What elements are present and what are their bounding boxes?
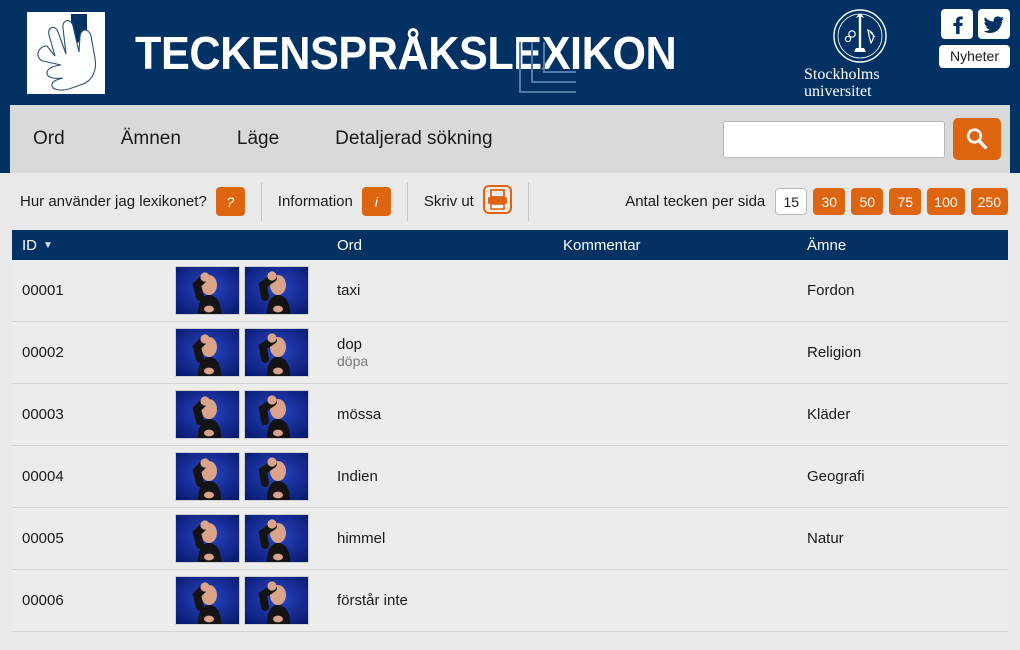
table-row[interactable]: 00002 dop döpa Religion [12, 322, 1008, 384]
table-row[interactable]: 00004 Indien Geografi [12, 446, 1008, 508]
nav-item-list: Ord Ämnen Läge Detaljerad sökning [10, 128, 527, 150]
printer-icon[interactable] [482, 184, 512, 219]
page-size-75[interactable]: 75 [889, 188, 922, 215]
nav-item-lage[interactable]: Läge [237, 128, 279, 150]
results-table: ID ▼ Ord Kommentar Ämne 00001 taxi Fordo… [12, 230, 1008, 632]
cell-subject[interactable]: Fordon [807, 282, 1008, 299]
table-row[interactable]: 00001 taxi Fordon [12, 260, 1008, 322]
corner-decoration-icon [519, 42, 576, 93]
university-name: Stockholms universitet [804, 66, 880, 100]
table-row[interactable]: 00005 himmel Natur [12, 508, 1008, 570]
main-navigation: Ord Ämnen Läge Detaljerad sökning [0, 105, 1020, 173]
sign-thumbnail-start[interactable] [175, 452, 240, 501]
cell-word[interactable]: dop döpa [337, 336, 563, 370]
column-header-comment[interactable]: Kommentar [563, 237, 807, 254]
sign-thumbnail-end[interactable] [244, 576, 309, 625]
stockholm-university-seal-icon [833, 9, 887, 63]
cell-word[interactable]: mössa [337, 406, 563, 423]
sign-thumbnail-start[interactable] [175, 390, 240, 439]
sort-descending-icon[interactable]: ▼ [43, 240, 53, 251]
nav-item-amnen[interactable]: Ämnen [121, 128, 181, 150]
help-badge-icon[interactable]: ? [215, 187, 245, 216]
nav-item-ord[interactable]: Ord [33, 128, 65, 150]
table-body: 00001 taxi Fordon 00002 dop döpa Religio… [12, 260, 1008, 632]
sign-thumbnail-end[interactable] [244, 390, 309, 439]
search-icon [966, 128, 988, 150]
site-header: TECKENSPRÅKSLEXIKON Stockholms universit… [0, 0, 1020, 105]
university-branding[interactable]: Stockholms universitet [790, 6, 930, 100]
column-header-subject[interactable]: Ämne [807, 237, 1008, 254]
page-size-selector: Antal tecken per sida 15 30 50 75 100 25… [625, 188, 1008, 215]
sign-thumbnail-start[interactable] [175, 514, 240, 563]
cell-word[interactable]: himmel [337, 530, 563, 547]
page-size-label: Antal tecken per sida [625, 193, 766, 210]
column-header-id[interactable]: ID ▼ [12, 237, 175, 254]
sign-thumbnail-start[interactable] [175, 328, 240, 377]
table-row[interactable]: 00006 förstår inte [12, 570, 1008, 632]
cell-thumbnails [175, 328, 337, 377]
twitter-icon[interactable] [978, 9, 1010, 39]
sign-thumbnail-end[interactable] [244, 514, 309, 563]
social-links: Nyheter [938, 9, 1010, 68]
nav-item-detaljerad-sokning[interactable]: Detaljerad sökning [335, 128, 492, 150]
social-icon-row [941, 9, 1010, 39]
table-header-row: ID ▼ Ord Kommentar Ämne [12, 230, 1008, 260]
cell-id: 00006 [22, 592, 64, 609]
cell-id: 00005 [22, 530, 64, 547]
page-size-50[interactable]: 50 [851, 188, 884, 215]
cell-thumbnails [175, 514, 337, 563]
page-title: TECKENSPRÅKSLEXIKON [135, 26, 677, 79]
cell-thumbnails [175, 452, 337, 501]
column-header-id-label: ID [22, 236, 37, 254]
column-header-word[interactable]: Ord [337, 237, 563, 254]
cell-thumbnails [175, 266, 337, 315]
help-label: Hur använder jag lexikonet? [20, 193, 207, 210]
sign-thumbnail-end[interactable] [244, 328, 309, 377]
cell-subject[interactable]: Natur [807, 530, 1008, 547]
sign-thumbnail-start[interactable] [175, 266, 240, 315]
hands-logo-icon[interactable] [27, 11, 105, 94]
cell-word[interactable]: Indien [337, 468, 563, 485]
print-group[interactable]: Skriv ut [408, 182, 529, 221]
sign-thumbnail-start[interactable] [175, 576, 240, 625]
cell-thumbnails [175, 576, 337, 625]
page-size-250[interactable]: 250 [970, 188, 1008, 215]
cell-subject[interactable]: Religion [807, 344, 1008, 361]
page-size-30[interactable]: 30 [813, 188, 846, 215]
table-row[interactable]: 00003 mössa Kläder [12, 384, 1008, 446]
information-group[interactable]: Information i [262, 182, 408, 221]
information-label: Information [277, 193, 353, 210]
utility-toolbar: Hur använder jag lexikonet? ? Informatio… [0, 173, 1020, 230]
cell-word-synonym: döpa [337, 352, 369, 369]
cell-word[interactable]: förstår inte [337, 592, 563, 609]
help-group[interactable]: Hur använder jag lexikonet? ? [0, 182, 262, 221]
cell-subject[interactable]: Geografi [807, 468, 1008, 485]
news-button[interactable]: Nyheter [938, 45, 1010, 68]
search-button[interactable] [953, 118, 1001, 160]
cell-id: 00004 [22, 468, 64, 485]
page-size-100[interactable]: 100 [927, 188, 965, 215]
cell-id: 00001 [22, 282, 64, 299]
search-area [723, 118, 1001, 160]
cell-thumbnails [175, 390, 337, 439]
cell-id: 00002 [22, 344, 64, 361]
page-size-15[interactable]: 15 [775, 188, 808, 215]
cell-id: 00003 [22, 406, 64, 423]
facebook-icon[interactable] [941, 9, 973, 39]
print-label: Skriv ut [423, 193, 474, 210]
sign-thumbnail-end[interactable] [244, 452, 309, 501]
search-input[interactable] [723, 120, 945, 158]
info-badge-icon[interactable]: i [361, 187, 391, 216]
cell-subject[interactable]: Kläder [807, 406, 1008, 423]
cell-word[interactable]: taxi [337, 282, 563, 299]
sign-thumbnail-end[interactable] [244, 266, 309, 315]
